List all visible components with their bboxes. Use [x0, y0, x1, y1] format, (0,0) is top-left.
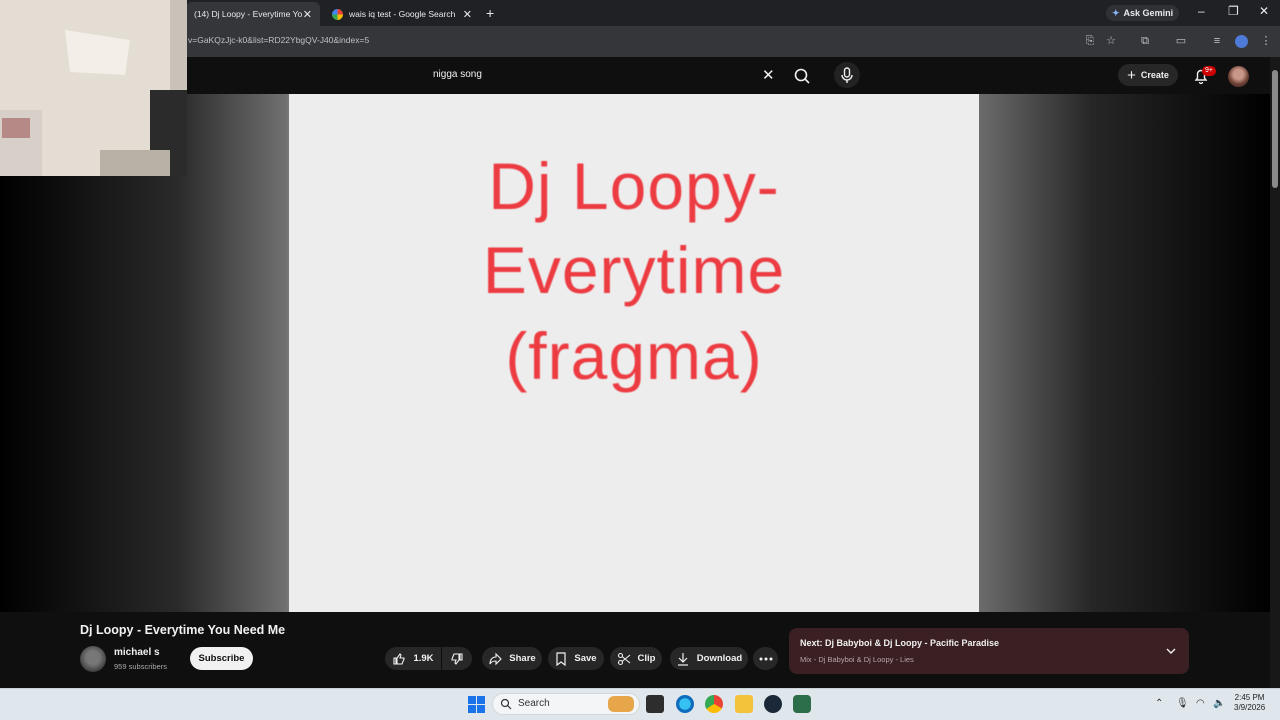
clip-button[interactable]: Clip — [610, 647, 662, 670]
windows-start-icon[interactable] — [468, 696, 485, 713]
app-icon[interactable] — [793, 695, 811, 713]
search-icon — [794, 68, 810, 84]
minimize-button[interactable]: – — [1198, 4, 1205, 18]
volume-icon[interactable]: 🔈 — [1213, 698, 1225, 709]
save-label: Save — [574, 653, 597, 664]
channel-name[interactable]: michael s — [114, 647, 160, 658]
taskbar-clock[interactable]: 2:45 PM 3/9/2026 — [1234, 693, 1265, 713]
chrome-icon[interactable] — [705, 695, 723, 713]
video-overlay-line-1: Dj Loopy- — [488, 149, 780, 223]
video-overlay-line-2: Everytime — [482, 233, 786, 307]
google-icon — [332, 8, 343, 20]
chevron-down-icon — [1166, 648, 1176, 654]
thumbs-up-icon — [393, 652, 406, 665]
media-icon[interactable]: ≡ — [1210, 34, 1224, 48]
account-avatar[interactable] — [1228, 66, 1249, 87]
clock-time: 2:45 PM — [1234, 693, 1265, 702]
up-next-title: Next: Dj Babyboi & Dj Loopy - Pacific Pa… — [800, 638, 1000, 648]
bookmark-icon — [556, 651, 567, 666]
edge-icon[interactable] — [676, 695, 694, 713]
close-icon[interactable]: ✕ — [303, 8, 312, 21]
tray-overflow-icon[interactable]: ⌃ — [1155, 698, 1163, 709]
tab-youtube[interactable]: (14) Dj Loopy - Everytime You I ✕ — [186, 2, 320, 26]
create-button[interactable]: + Create — [1118, 64, 1178, 86]
windows-taskbar — [0, 688, 1280, 720]
up-next-card[interactable] — [789, 628, 1189, 674]
share-icon — [489, 652, 503, 665]
more-actions-button[interactable] — [753, 647, 778, 670]
mic-icon — [841, 67, 853, 83]
video-title: Dj Loopy - Everytime You Need Me — [80, 623, 286, 637]
taskbar-search-icon — [500, 697, 512, 710]
tab-label: wais iq test - Google Search — [349, 9, 456, 19]
like-count: 1.9K — [413, 653, 434, 664]
share-button[interactable]: Share — [482, 647, 542, 670]
new-tab-button[interactable]: + — [486, 5, 494, 21]
subscriber-count: 959 subscribers — [114, 662, 167, 671]
task-view-icon[interactable] — [646, 695, 664, 713]
download-icon — [677, 652, 688, 666]
save-button[interactable]: Save — [548, 647, 604, 670]
create-label: Create — [1140, 70, 1169, 80]
channel-avatar[interactable] — [80, 646, 106, 672]
notification-badge: 9+ — [1202, 66, 1216, 76]
menu-icon[interactable]: ⋮ — [1259, 34, 1273, 48]
wifi-icon[interactable]: ◠ — [1196, 698, 1205, 709]
sidepanel-icon[interactable]: ▭ — [1174, 34, 1188, 48]
thumbs-down-icon — [451, 652, 463, 665]
scrollbar-thumb[interactable] — [1272, 70, 1278, 188]
bookmark-star-icon[interactable]: ☆ — [1104, 34, 1118, 48]
install-app-icon[interactable]: ⎘ — [1083, 34, 1097, 48]
gemini-sparkle-icon: ✦ — [1112, 7, 1120, 18]
ask-gemini-button[interactable]: ✦ Ask Gemini — [1106, 5, 1180, 21]
share-label: Share — [509, 653, 536, 664]
profile-avatar[interactable] — [1235, 35, 1248, 48]
download-label: Download — [696, 653, 743, 664]
up-next-subtitle: Mix - Dj Babyboi & Dj Loopy - Lies — [800, 655, 914, 664]
steam-icon[interactable] — [764, 695, 782, 713]
tab-google-search[interactable]: wais iq test - Google Search ✕ — [324, 2, 480, 26]
expand-up-next-button[interactable] — [1164, 644, 1178, 658]
dislike-button[interactable] — [442, 647, 472, 670]
search-input[interactable]: nigga song — [433, 69, 482, 80]
video-overlay-line-3: (fragma) — [505, 319, 763, 393]
voice-search-button[interactable] — [834, 62, 860, 88]
webcam-overlay — [0, 0, 187, 176]
extensions-icon[interactable]: ⧉ — [1138, 34, 1152, 48]
url-field[interactable]: v=GaKQzJjc-k0&list=RD22YbgQV-J40&index=5 — [188, 35, 369, 45]
ask-gemini-label: Ask Gemini — [1123, 8, 1174, 18]
clear-search-icon[interactable]: ✕ — [762, 66, 775, 84]
like-button[interactable]: 1.9K — [385, 647, 441, 670]
file-explorer-icon[interactable] — [735, 695, 753, 713]
download-button[interactable]: Download — [670, 647, 748, 670]
restore-button[interactable]: ❐ — [1228, 4, 1239, 18]
scissors-icon — [617, 652, 630, 665]
taskbar-search-label: Search — [518, 698, 550, 709]
clip-label: Clip — [637, 653, 656, 664]
search-highlight-icon — [608, 696, 634, 712]
more-icon — [759, 657, 772, 660]
close-icon[interactable]: ✕ — [463, 8, 472, 21]
search-button[interactable] — [790, 63, 814, 89]
close-window-button[interactable]: ✕ — [1259, 4, 1269, 18]
clock-date: 3/9/2026 — [1234, 703, 1266, 712]
webcam-scene — [0, 0, 187, 176]
tray-mic-icon[interactable]: 🎙 — [1176, 698, 1189, 709]
tab-label: (14) Dj Loopy - Everytime You I — [194, 9, 302, 19]
plus-icon: + — [1127, 66, 1136, 84]
subscribe-button[interactable]: Subscribe — [190, 647, 253, 670]
